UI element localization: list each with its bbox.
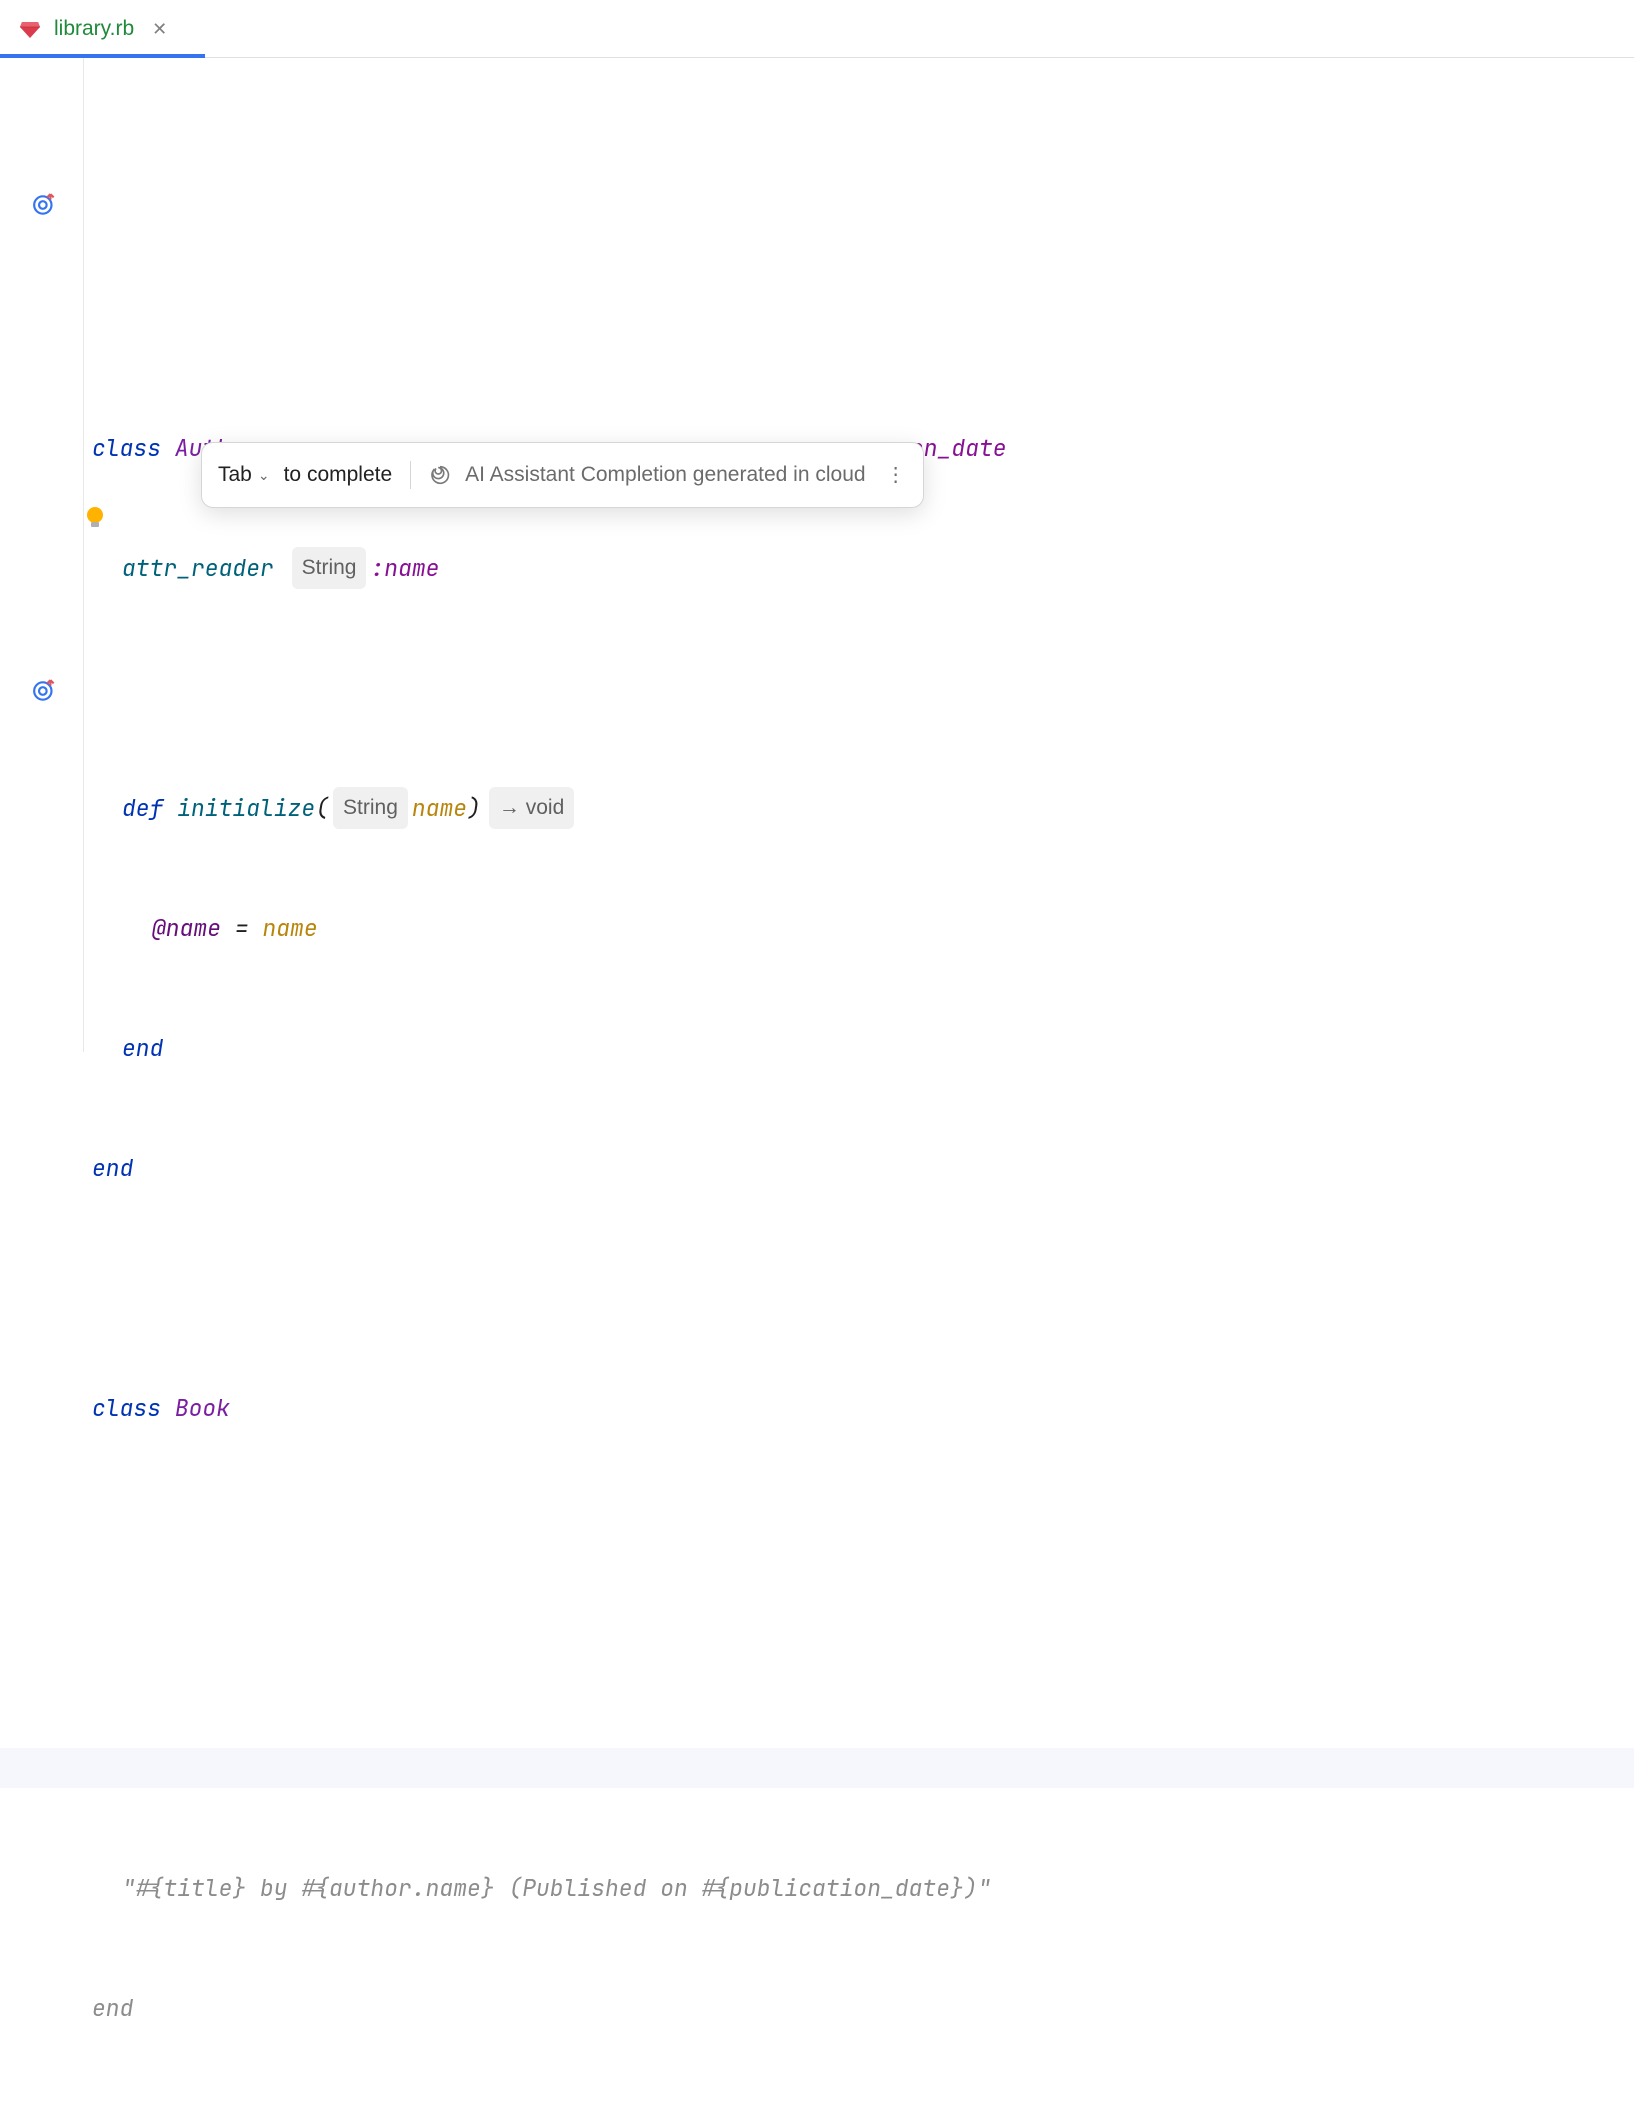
keyword-class: class (92, 428, 161, 468)
complete-text: to complete (284, 455, 393, 495)
attr-reader: attr_reader (122, 548, 274, 588)
type-hint-pill: String (292, 547, 367, 589)
method-name: initialize (177, 788, 315, 828)
popup-divider (410, 461, 411, 489)
class-name: Book (175, 1388, 230, 1428)
chevron-down-icon[interactable]: ⌄ (258, 455, 270, 495)
paren: ( (315, 788, 329, 828)
ruby-icon (18, 17, 42, 41)
more-icon[interactable]: ⋮ (886, 455, 907, 495)
param-ref: name (262, 908, 317, 948)
suggestion-line: end (92, 1988, 133, 2028)
param: name (412, 788, 467, 828)
run-target-icon[interactable] (32, 678, 58, 704)
paren: ) (467, 788, 481, 828)
type-hint-pill: String (333, 787, 408, 829)
completion-popup: Tab ⌄ to complete AI Assistant Completio… (201, 442, 924, 508)
code-editor[interactable]: on_date Tab ⌄ to complete AI Assistant C… (84, 58, 1634, 1052)
keyword-end: end (92, 1148, 133, 1188)
editor-area: on_date Tab ⌄ to complete AI Assistant C… (0, 58, 1634, 1052)
keyword-end: end (122, 1028, 163, 1068)
attr-peek-text: on_date (910, 428, 1007, 468)
cloud-text: AI Assistant Completion generated in clo… (465, 455, 865, 495)
editor-tab-bar: library.rb ✕ (0, 0, 1634, 58)
symbol-name: :name (370, 548, 439, 588)
intention-bulb-icon[interactable] (2, 464, 22, 484)
tab-filename: library.rb (54, 17, 134, 41)
keyword-class: class (92, 1388, 161, 1428)
suggestion-line: "#{title} by #{author.name} (Published o… (122, 1868, 991, 1908)
equals: = (235, 908, 249, 948)
run-target-icon[interactable] (32, 192, 58, 218)
return-hint-pill: → void (489, 787, 574, 829)
keyword-def: def (122, 788, 163, 828)
ai-spiral-icon (429, 464, 451, 486)
ivar: @name (152, 908, 221, 948)
file-tab[interactable]: library.rb ✕ (0, 0, 185, 57)
tab-key-hint[interactable]: Tab ⌄ (218, 455, 270, 495)
close-icon[interactable]: ✕ (152, 20, 167, 38)
